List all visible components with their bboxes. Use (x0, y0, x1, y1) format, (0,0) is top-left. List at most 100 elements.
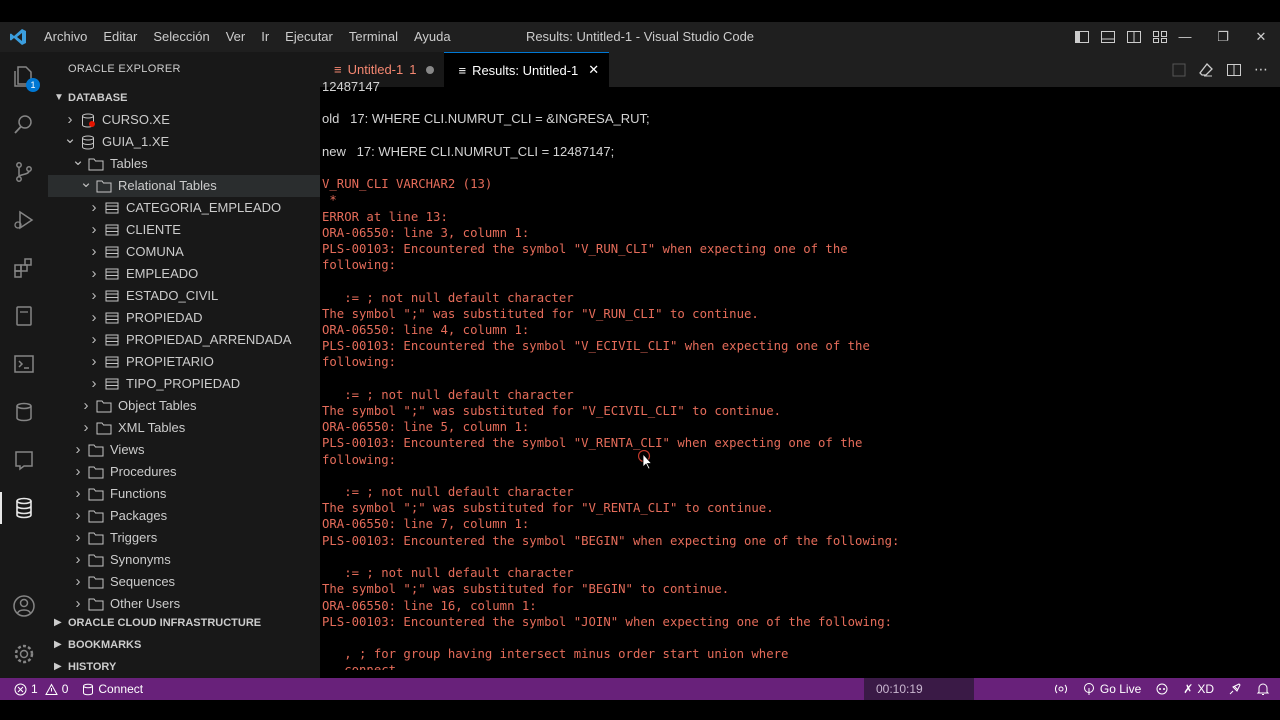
table-item[interactable]: › PROPIETARIO (48, 351, 320, 373)
connection-curso-xe[interactable]: › CURSO.XE (48, 109, 320, 131)
table-item[interactable]: › PROPIEDAD_ARRENDADA (48, 329, 320, 351)
table-item[interactable]: › ESTADO_CIVIL (48, 285, 320, 307)
xd-status[interactable]: ✗ XD (1183, 682, 1214, 696)
menu-ir[interactable]: Ir (253, 22, 277, 52)
table-item[interactable]: › PROPIEDAD (48, 307, 320, 329)
search-activity[interactable] (0, 100, 48, 148)
table-item[interactable]: › CATEGORIA_EMPLEADO (48, 197, 320, 219)
copilot-icon[interactable] (1155, 682, 1169, 696)
tree-item-relational-tables[interactable]: ⌄ Relational Tables (48, 172, 320, 197)
menu-editar[interactable]: Editar (95, 22, 145, 52)
manage-activity[interactable] (0, 630, 48, 678)
menu-archivo[interactable]: Archivo (36, 22, 95, 52)
tree-item-xml-tables[interactable]: › XML Tables (48, 417, 320, 439)
broadcast-icon[interactable] (1054, 682, 1068, 696)
chevron-right-icon[interactable]: › (70, 549, 86, 571)
run-debug-activity[interactable] (0, 196, 48, 244)
table-item[interactable]: › EMPLEADO (48, 263, 320, 285)
tree-item-label: PROPIEDAD (126, 310, 203, 325)
tree-item-folder[interactable]: › Sequences (48, 571, 320, 593)
problems-status[interactable]: 1 0 (14, 682, 68, 696)
testing-activity[interactable] (0, 436, 48, 484)
tree-item-folder[interactable]: › Triggers (48, 527, 320, 549)
go-live-button[interactable]: Go Live (1082, 682, 1141, 696)
unsaved-dot-icon[interactable] (426, 65, 435, 74)
terminal-activity[interactable] (0, 340, 48, 388)
minimize-icon[interactable]: — (1166, 22, 1204, 52)
error-icon (14, 683, 27, 695)
explorer-activity[interactable]: 1 (0, 52, 48, 100)
menu-ver[interactable]: Ver (218, 22, 254, 52)
chevron-right-icon[interactable]: › (70, 483, 86, 505)
chevron-right-icon[interactable]: › (70, 505, 86, 527)
folder-icon (96, 398, 112, 414)
menu-terminal[interactable]: Terminal (341, 22, 406, 52)
chevron-down-icon[interactable]: ⌄ (70, 150, 86, 172)
chevron-right-icon[interactable]: › (86, 329, 102, 351)
extensions-icon (14, 258, 32, 278)
extensions-activity[interactable] (0, 244, 48, 292)
clear-output-icon[interactable] (1198, 62, 1214, 78)
chevron-right-icon[interactable]: › (70, 439, 86, 461)
table-item[interactable]: › COMUNA (48, 241, 320, 263)
history-section-header[interactable]: ▶ HISTORY (48, 656, 320, 678)
notifications-bell-icon[interactable] (1256, 682, 1270, 696)
feedback-icon[interactable] (1228, 682, 1242, 696)
output-line: := ; not null default character (322, 290, 574, 305)
chevron-right-icon[interactable]: › (86, 285, 102, 307)
table-icon (104, 266, 120, 282)
tree-item-label: Synonyms (110, 552, 171, 567)
chevron-right-icon[interactable]: › (86, 219, 102, 241)
remote-explorer-activity[interactable] (0, 292, 48, 340)
tree-item-folder[interactable]: › Procedures (48, 461, 320, 483)
more-actions-icon[interactable]: ⋯ (1254, 61, 1268, 78)
chevron-right-icon[interactable]: › (78, 417, 94, 439)
split-editor-icon[interactable] (1226, 62, 1242, 78)
chevron-right-icon[interactable]: › (86, 263, 102, 285)
database-section-header[interactable]: ▼ DATABASE (48, 87, 320, 109)
tree-item-label: TIPO_PROPIEDAD (126, 376, 241, 391)
tree-item-folder[interactable]: › Views (48, 439, 320, 461)
toggle-primary-sidebar-icon[interactable] (1074, 29, 1090, 45)
tree-item-folder[interactable]: › Functions (48, 483, 320, 505)
tree-item-folder[interactable]: › Packages (48, 505, 320, 527)
menu-ejecutar[interactable]: Ejecutar (277, 22, 341, 52)
bookmarks-section-header[interactable]: ▶ BOOKMARKS (48, 634, 320, 656)
close-window-icon[interactable]: ✕ (1242, 22, 1280, 52)
tree-item-label: Views (110, 442, 145, 457)
tree-item-object-tables[interactable]: › Object Tables (48, 395, 320, 417)
connection-guia-1-xe[interactable]: ⌄ GUIA_1.XE (48, 128, 320, 153)
explorer-badge: 1 (26, 78, 40, 92)
menu-seleccion[interactable]: Selección (145, 22, 217, 52)
chevron-right-icon[interactable]: › (70, 571, 86, 593)
oracle-explorer-activity[interactable] (0, 484, 48, 532)
toggle-panel-icon[interactable] (1100, 29, 1116, 45)
chevron-right-icon[interactable]: › (86, 197, 102, 219)
chevron-right-icon[interactable]: › (86, 373, 102, 395)
toggle-secondary-sidebar-icon[interactable] (1126, 29, 1142, 45)
chevron-right-icon[interactable]: › (70, 461, 86, 483)
chevron-down-icon[interactable]: ⌄ (62, 128, 78, 150)
chevron-down-icon[interactable]: ⌄ (78, 172, 94, 194)
source-control-activity[interactable] (0, 148, 48, 196)
layout-icon[interactable] (1172, 63, 1186, 77)
accounts-activity[interactable] (0, 582, 48, 630)
table-item[interactable]: › CLIENTE (48, 219, 320, 241)
window-title: Results: Untitled-1 - Visual Studio Code (525, 29, 755, 44)
table-item[interactable]: › TIPO_PROPIEDAD (48, 373, 320, 395)
chevron-right-icon[interactable]: › (86, 241, 102, 263)
query-results-output[interactable]: 12487147 old 17: WHERE CLI.NUMRUT_CLI = … (320, 79, 1280, 670)
chevron-right-icon[interactable]: › (78, 395, 94, 417)
warning-count: 0 (61, 682, 69, 696)
connect-status[interactable]: Connect (82, 682, 143, 696)
restore-icon[interactable]: ❐ (1204, 22, 1242, 52)
menu-ayuda[interactable]: Ayuda (406, 22, 459, 52)
chevron-right-icon[interactable]: › (86, 351, 102, 373)
close-tab-icon[interactable]: ✕ (588, 62, 599, 78)
chevron-right-icon[interactable]: › (86, 307, 102, 329)
database-activity[interactable] (0, 388, 48, 436)
tree-item-folder[interactable]: › Synonyms (48, 549, 320, 571)
oci-section-header[interactable]: ▶ ORACLE CLOUD INFRASTRUCTURE (48, 612, 320, 634)
output-line: connect (322, 662, 1280, 670)
chevron-right-icon[interactable]: › (70, 527, 86, 549)
